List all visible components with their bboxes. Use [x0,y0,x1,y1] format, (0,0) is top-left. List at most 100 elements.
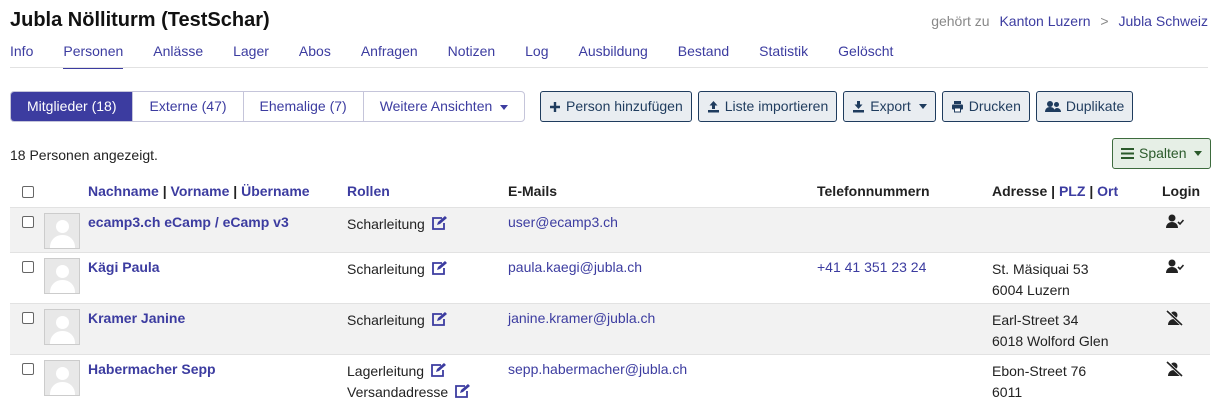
user-check-icon [1166,259,1185,273]
sort-zip[interactable]: PLZ [1059,183,1085,199]
person-name-link[interactable]: Kramer Janine [88,310,185,326]
tab-notizen[interactable]: Notizen [448,43,495,69]
table-row: Kägi Paula Scharleitung paula.kaegi@jubl… [10,251,1210,303]
tab-personen[interactable]: Personen [63,43,124,69]
list-icon [1121,148,1134,159]
address-city: 6004 Luzern [992,281,1070,298]
role-label: Scharleitung [347,260,425,277]
avatar[interactable] [44,308,80,345]
email-link[interactable]: paula.kaegi@jubla.ch [508,259,642,275]
sort-town[interactable]: Ort [1097,183,1118,199]
email-link[interactable]: janine.kramer@jubla.ch [508,310,655,326]
view-more-label: Weitere Ansichten [379,98,493,114]
header-address: Adresse [992,182,1048,199]
export-dropdown-button[interactable]: Export [843,91,936,122]
breadcrumb-kanton-luzern[interactable]: Kanton Luzern [999,13,1090,29]
person-name-link[interactable]: ecamp3.ch eCamp / eCamp v3 [88,214,289,230]
row-checkbox[interactable] [22,362,34,375]
column-address: Adresse | PLZ | Ort [988,175,1158,207]
address-city: 6018 Wolford Glen [992,332,1109,349]
view-externals[interactable]: Externe (47) [133,92,244,121]
print-button[interactable]: Drucken [941,91,1030,122]
tab-statistik[interactable]: Statistik [759,43,808,69]
import-list-button[interactable]: Liste importieren [697,91,838,122]
columns-dropdown-button[interactable]: Spalten [1112,138,1212,169]
avatar[interactable] [44,257,80,294]
sort-firstname[interactable]: Vorname [171,183,230,199]
sort-roles[interactable]: Rollen [347,183,390,199]
tab-log[interactable]: Log [525,43,548,69]
role-label: Scharleitung [347,215,425,232]
edit-icon[interactable] [454,383,471,399]
group-tabs: Info Personen Anlässe Lager Abos Anfrage… [10,43,923,69]
print-label: Drucken [968,98,1021,114]
header-separator: | [1089,182,1094,199]
table-row: ecamp3.ch eCamp / eCamp v3 Scharleitung … [10,206,1210,252]
address-street: St. Mäsiquai 53 [992,260,1089,277]
chevron-down-icon [1194,151,1203,156]
tab-ausbildung[interactable]: Ausbildung [579,43,648,69]
email-link[interactable]: sepp.habermacher@jubla.ch [508,361,687,377]
row-checkbox[interactable] [22,311,34,324]
person-name-link[interactable]: Kägi Paula [88,259,160,275]
chevron-down-icon [500,104,509,110]
edit-icon[interactable] [431,215,447,231]
user-slash-icon [1165,309,1184,326]
printer-icon [951,101,963,113]
email-link[interactable]: user@ecamp3.ch [508,214,618,230]
result-count: 18 Personen angezeigt. [10,147,158,163]
tab-anfragen[interactable]: Anfragen [361,43,418,69]
sort-nickname[interactable]: Übername [241,183,309,199]
breadcrumb-prefix: gehört zu [931,13,990,29]
table-row: Habermacher Sepp Lagerleitung Versandadr… [10,353,1210,402]
people-table: Nachname | Vorname | Übername Rollen E-M… [10,175,1210,402]
role-label: Lagerleitung [347,362,425,379]
view-former[interactable]: Ehemalige (7) [244,92,364,121]
role-label: Versandadresse [347,383,449,400]
user-slash-icon [1165,360,1184,377]
user-check-icon [1166,214,1185,228]
breadcrumb-jubla-schweiz[interactable]: Jubla Schweiz [1119,13,1209,29]
person-name-link[interactable]: Habermacher Sepp [88,361,216,377]
tab-geloescht[interactable]: Gelöscht [838,43,893,69]
view-members[interactable]: Mitglieder (18) [11,92,134,121]
chevron-down-icon [918,104,927,109]
tab-abos[interactable]: Abos [299,43,331,69]
action-toolbar: Person hinzufügen Liste importieren Expo… [540,91,1139,122]
column-emails: E-Mails [508,182,558,199]
edit-icon[interactable] [431,311,447,327]
row-checkbox[interactable] [22,215,34,228]
select-all-checkbox[interactable] [22,185,34,198]
download-icon [853,101,865,113]
row-checkbox[interactable] [22,260,34,273]
view-switcher: Mitglieder (18) Externe (47) Ehemalige (… [10,91,526,122]
tab-lager[interactable]: Lager [233,43,269,69]
edit-icon[interactable] [431,260,447,276]
view-more-dropdown[interactable]: Weitere Ansichten [364,92,525,121]
table-row: Kramer Janine Scharleitung janine.kramer… [10,302,1210,354]
address-street: Ebon-Street 76 [992,362,1087,379]
avatar[interactable] [44,212,80,249]
address-city: 6011 [992,383,1023,400]
phone-link[interactable]: +41 41 351 23 24 [817,259,926,275]
add-person-button[interactable]: Person hinzufügen [540,91,692,122]
tab-info[interactable]: Info [10,43,33,69]
duplicates-label: Duplikate [1065,98,1125,114]
avatar[interactable] [44,359,80,396]
export-label: Export [870,98,911,114]
role-label: Scharleitung [347,311,425,328]
nav-divider [10,67,1208,68]
address-street: Earl-Street 34 [992,311,1079,328]
sort-lastname[interactable]: Nachname [88,183,159,199]
column-phones: Telefonnummern [817,182,930,199]
edit-icon[interactable] [430,362,447,378]
tab-anlaesse[interactable]: Anlässe [153,43,203,69]
tab-bestand[interactable]: Bestand [678,43,729,69]
column-name: Nachname | Vorname | Übername [84,175,343,207]
add-person-label: Person hinzufügen [566,98,683,114]
upload-icon [707,101,719,113]
header-separator: | [162,182,167,199]
duplicates-button[interactable]: Duplikate [1035,91,1134,122]
import-list-label: Liste importieren [724,98,829,114]
breadcrumb-separator: > [1100,13,1109,29]
